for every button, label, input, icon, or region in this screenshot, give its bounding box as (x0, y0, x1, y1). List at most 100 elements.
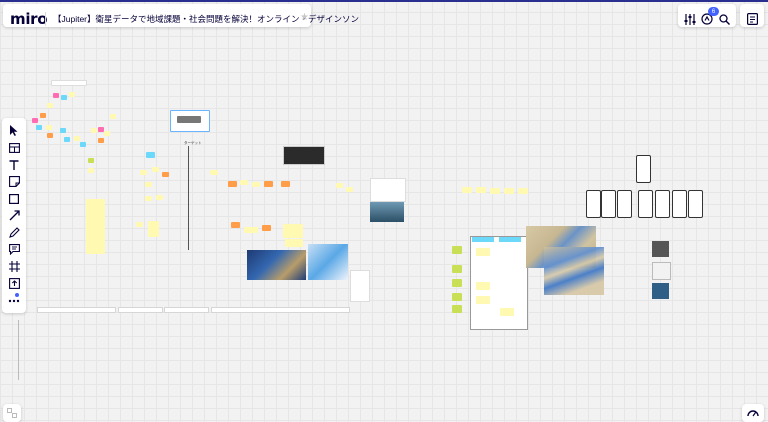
sticky-note[interactable] (104, 131, 110, 136)
phone-mockup[interactable] (586, 190, 601, 218)
phone-mockup[interactable] (601, 190, 616, 218)
sticky-note[interactable] (285, 239, 303, 247)
satellite-image[interactable] (652, 262, 671, 280)
frame-strip[interactable] (37, 307, 116, 313)
sticky-note[interactable] (244, 227, 258, 233)
sticky-note[interactable] (336, 183, 343, 188)
phone-mockup[interactable] (688, 190, 703, 218)
sticky-note[interactable] (47, 133, 53, 138)
sticky-note[interactable] (476, 187, 486, 193)
sticky-note[interactable] (69, 92, 75, 97)
sticky-note[interactable] (145, 196, 152, 201)
map-image[interactable] (247, 250, 306, 280)
sticky-note[interactable] (240, 180, 248, 185)
navigation-button[interactable] (742, 404, 764, 422)
phone-mockup[interactable] (672, 190, 687, 218)
sticky-note[interactable] (51, 80, 87, 86)
frame-strip[interactable] (211, 307, 350, 313)
sticky-note[interactable] (462, 187, 472, 193)
sticky-note[interactable] (148, 221, 159, 237)
more-tools[interactable] (2, 292, 26, 309)
sticky-note[interactable] (262, 225, 271, 231)
sticky-note[interactable] (64, 137, 70, 142)
chart-image[interactable] (370, 178, 406, 202)
sticky-note[interactable] (98, 138, 104, 143)
sticky-note[interactable] (140, 170, 147, 175)
sticky-note[interactable] (156, 195, 163, 200)
comment-tool[interactable] (2, 241, 26, 258)
sticky-note[interactable] (476, 248, 490, 256)
sticky-note[interactable] (60, 128, 66, 133)
connection-line-tool[interactable] (2, 207, 26, 224)
sticky-note[interactable] (152, 167, 159, 172)
center-label[interactable]: ターゲット (184, 141, 202, 146)
select-tool[interactable] (2, 122, 26, 139)
sticky-note[interactable] (36, 125, 42, 130)
satellite-image[interactable] (652, 241, 669, 257)
sticky-note[interactable] (53, 93, 59, 98)
phone-mockup[interactable] (617, 190, 632, 218)
sticky-note[interactable] (162, 172, 169, 177)
sticky-note[interactable] (146, 152, 155, 158)
sticky-note[interactable] (32, 118, 38, 123)
flood-map[interactable] (544, 247, 604, 295)
phone-mockup[interactable] (636, 155, 651, 183)
sticky-note[interactable] (264, 181, 273, 187)
frame-strip[interactable] (164, 307, 209, 313)
pen-tool[interactable] (2, 224, 26, 241)
sticky-note[interactable] (283, 224, 303, 238)
sticky-note[interactable] (177, 116, 201, 123)
reactions-button[interactable]: 6 (698, 7, 719, 28)
map-image[interactable] (308, 244, 348, 280)
sticky-note[interactable] (91, 128, 97, 133)
sticky-note[interactable] (136, 222, 143, 227)
sticky-note[interactable] (231, 222, 240, 228)
sticky-note[interactable] (518, 188, 528, 194)
sticky-note[interactable] (452, 246, 462, 254)
settings-sliders-button[interactable] (681, 10, 699, 28)
board-menu-button[interactable] (743, 10, 761, 28)
chart-image[interactable] (350, 270, 370, 302)
search-button[interactable] (715, 10, 733, 28)
sticky-note[interactable] (145, 182, 152, 187)
templates-tool[interactable] (2, 139, 26, 156)
sticky-note[interactable] (346, 187, 353, 192)
board-title[interactable]: 【Jupiter】衛星データで地域課題・社会問題を解決！オンライン・デザインソン (53, 13, 359, 25)
phone-mockup[interactable] (638, 190, 653, 218)
sticky-note-tool[interactable] (2, 173, 26, 190)
sticky-note[interactable] (281, 181, 290, 187)
sticky-note[interactable] (88, 158, 94, 163)
star-icon[interactable]: ★ (300, 12, 309, 23)
sticky-note[interactable] (228, 181, 237, 187)
sticky-note[interactable] (476, 296, 490, 304)
sticky-note[interactable] (490, 188, 500, 194)
sticky-note[interactable] (252, 182, 260, 187)
frame-strip[interactable] (118, 307, 163, 313)
upload-tool[interactable] (2, 275, 26, 292)
chart-image[interactable] (370, 202, 404, 222)
sticky-note[interactable] (110, 114, 116, 119)
miro-logo[interactable]: miro (10, 10, 48, 28)
diagram-fragment[interactable] (0, 320, 19, 380)
sticky-note[interactable] (452, 265, 462, 273)
text-tool[interactable] (2, 156, 26, 173)
sticky-note[interactable] (40, 113, 46, 118)
screenshot-thumbnail[interactable] (283, 146, 325, 165)
sticky-note[interactable] (504, 188, 514, 194)
sticky-note[interactable] (500, 308, 514, 316)
sticky-note[interactable] (452, 305, 462, 313)
sticky-note[interactable] (476, 282, 490, 290)
frames-panel-button[interactable] (3, 404, 21, 422)
satellite-image[interactable] (652, 283, 669, 299)
sticky-note[interactable] (47, 103, 53, 108)
sticky-note[interactable] (46, 125, 52, 130)
sticky-note[interactable] (452, 293, 462, 301)
sticky-note[interactable] (74, 136, 80, 141)
sticky-note[interactable] (80, 142, 86, 147)
frame-tool[interactable] (2, 258, 26, 275)
sticky-note[interactable] (61, 95, 67, 100)
sticky-note[interactable] (210, 170, 218, 175)
shape-tool[interactable] (2, 190, 26, 207)
sticky-note[interactable] (88, 168, 94, 173)
sticky-column[interactable] (86, 199, 105, 254)
